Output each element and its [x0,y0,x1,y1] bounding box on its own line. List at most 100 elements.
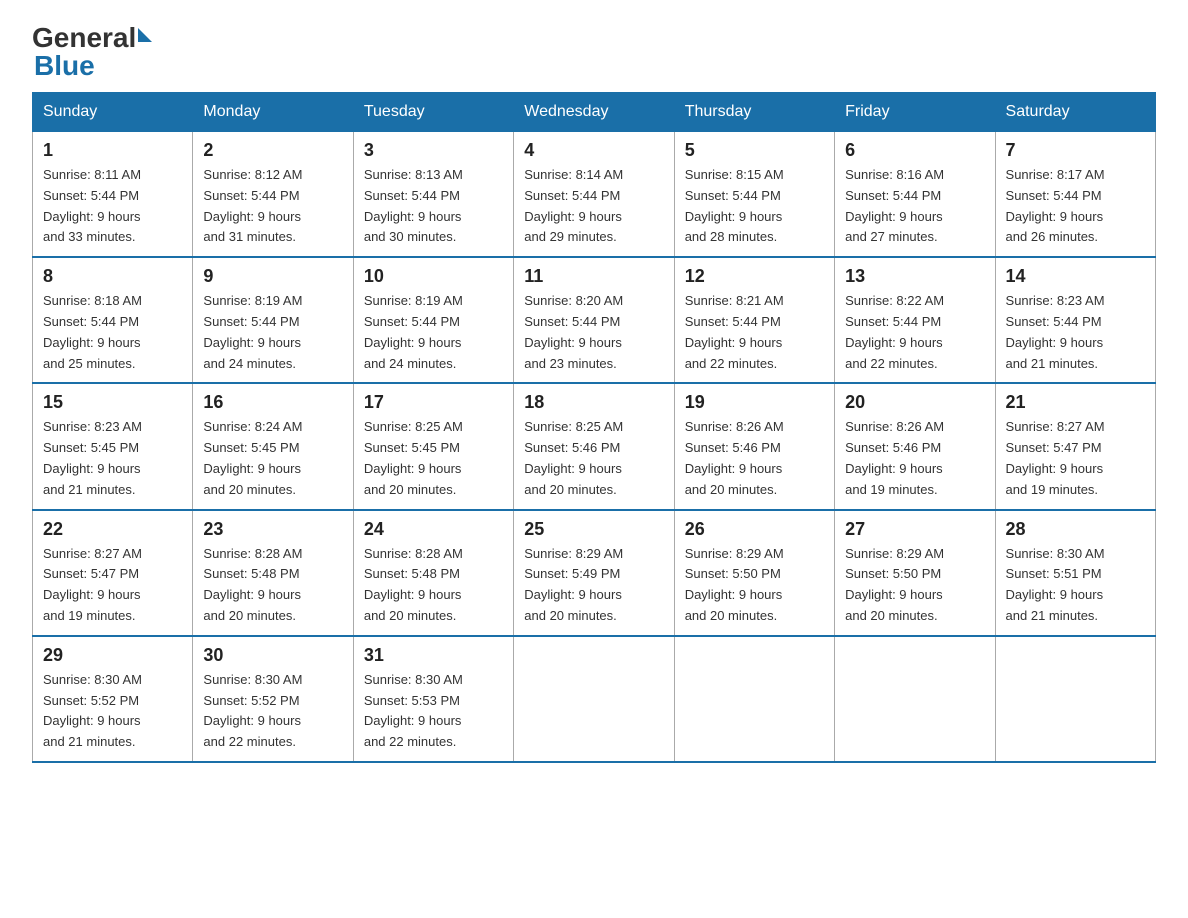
day-number: 27 [845,519,984,540]
day-info: Sunrise: 8:12 AMSunset: 5:44 PMDaylight:… [203,165,342,248]
day-number: 17 [364,392,503,413]
logo-general-text: General [32,24,136,52]
day-number: 14 [1006,266,1145,287]
calendar-cell: 7 Sunrise: 8:17 AMSunset: 5:44 PMDaylight… [995,132,1155,258]
calendar-cell: 8 Sunrise: 8:18 AMSunset: 5:44 PMDaylight… [33,257,193,383]
day-info: Sunrise: 8:29 AMSunset: 5:49 PMDaylight:… [524,544,663,627]
day-info: Sunrise: 8:22 AMSunset: 5:44 PMDaylight:… [845,291,984,374]
day-number: 31 [364,645,503,666]
col-header-sunday: Sunday [33,93,193,132]
calendar-week-row: 8 Sunrise: 8:18 AMSunset: 5:44 PMDaylight… [33,257,1156,383]
day-number: 19 [685,392,824,413]
calendar-table: SundayMondayTuesdayWednesdayThursdayFrid… [32,92,1156,763]
calendar-week-row: 29Sunrise: 8:30 AMSunset: 5:52 PMDayligh… [33,636,1156,762]
day-info: Sunrise: 8:19 AMSunset: 5:44 PMDaylight:… [364,291,503,374]
day-number: 23 [203,519,342,540]
col-header-thursday: Thursday [674,93,834,132]
day-number: 9 [203,266,342,287]
day-number: 24 [364,519,503,540]
day-info: Sunrise: 8:25 AMSunset: 5:45 PMDaylight:… [364,417,503,500]
day-info: Sunrise: 8:30 AMSunset: 5:51 PMDaylight:… [1006,544,1145,627]
calendar-cell: 6 Sunrise: 8:16 AMSunset: 5:44 PMDaylight… [835,132,995,258]
day-number: 26 [685,519,824,540]
calendar-cell: 28 Sunrise: 8:30 AMSunset: 5:51 PMDayligh… [995,510,1155,636]
day-number: 21 [1006,392,1145,413]
day-info: Sunrise: 8:13 AMSunset: 5:44 PMDaylight:… [364,165,503,248]
col-header-friday: Friday [835,93,995,132]
day-number: 28 [1006,519,1145,540]
col-header-monday: Monday [193,93,353,132]
page-header: General Blue [32,24,1156,80]
day-info: Sunrise: 8:18 AMSunset: 5:44 PMDaylight:… [43,291,182,374]
col-header-wednesday: Wednesday [514,93,674,132]
calendar-cell: 11Sunrise: 8:20 AMSunset: 5:44 PMDayligh… [514,257,674,383]
day-number: 10 [364,266,503,287]
day-info: Sunrise: 8:23 AMSunset: 5:45 PMDaylight:… [43,417,182,500]
col-header-tuesday: Tuesday [353,93,513,132]
day-number: 25 [524,519,663,540]
day-number: 1 [43,140,182,161]
calendar-cell: 14 Sunrise: 8:23 AMSunset: 5:44 PMDayligh… [995,257,1155,383]
calendar-cell: 18Sunrise: 8:25 AMSunset: 5:46 PMDayligh… [514,383,674,509]
day-info: Sunrise: 8:14 AMSunset: 5:44 PMDaylight:… [524,165,663,248]
calendar-cell: 21 Sunrise: 8:27 AMSunset: 5:47 PMDayligh… [995,383,1155,509]
calendar-cell: 13 Sunrise: 8:22 AMSunset: 5:44 PMDayligh… [835,257,995,383]
logo: General Blue [32,24,152,80]
day-number: 8 [43,266,182,287]
day-number: 3 [364,140,503,161]
calendar-cell: 20Sunrise: 8:26 AMSunset: 5:46 PMDayligh… [835,383,995,509]
day-info: Sunrise: 8:16 AMSunset: 5:44 PMDaylight:… [845,165,984,248]
calendar-cell: 4Sunrise: 8:14 AMSunset: 5:44 PMDaylight… [514,132,674,258]
day-info: Sunrise: 8:30 AMSunset: 5:52 PMDaylight:… [203,670,342,753]
day-info: Sunrise: 8:28 AMSunset: 5:48 PMDaylight:… [364,544,503,627]
day-info: Sunrise: 8:28 AMSunset: 5:48 PMDaylight:… [203,544,342,627]
day-number: 15 [43,392,182,413]
calendar-cell: 12Sunrise: 8:21 AMSunset: 5:44 PMDayligh… [674,257,834,383]
calendar-cell: 23 Sunrise: 8:28 AMSunset: 5:48 PMDayligh… [193,510,353,636]
calendar-cell: 19 Sunrise: 8:26 AMSunset: 5:46 PMDayligh… [674,383,834,509]
calendar-cell: 3 Sunrise: 8:13 AMSunset: 5:44 PMDaylight… [353,132,513,258]
day-number: 13 [845,266,984,287]
logo-general: General [32,24,152,52]
day-number: 6 [845,140,984,161]
day-info: Sunrise: 8:25 AMSunset: 5:46 PMDaylight:… [524,417,663,500]
calendar-cell: 9 Sunrise: 8:19 AMSunset: 5:44 PMDaylight… [193,257,353,383]
day-info: Sunrise: 8:30 AMSunset: 5:52 PMDaylight:… [43,670,182,753]
calendar-cell [514,636,674,762]
day-number: 12 [685,266,824,287]
calendar-week-row: 1 Sunrise: 8:11 AMSunset: 5:44 PMDaylight… [33,132,1156,258]
day-info: Sunrise: 8:29 AMSunset: 5:50 PMDaylight:… [685,544,824,627]
calendar-cell: 2 Sunrise: 8:12 AMSunset: 5:44 PMDaylight… [193,132,353,258]
calendar-cell [995,636,1155,762]
calendar-cell: 22Sunrise: 8:27 AMSunset: 5:47 PMDayligh… [33,510,193,636]
calendar-cell: 27 Sunrise: 8:29 AMSunset: 5:50 PMDayligh… [835,510,995,636]
calendar-cell: 15 Sunrise: 8:23 AMSunset: 5:45 PMDayligh… [33,383,193,509]
day-info: Sunrise: 8:19 AMSunset: 5:44 PMDaylight:… [203,291,342,374]
calendar-cell: 31Sunrise: 8:30 AMSunset: 5:53 PMDayligh… [353,636,513,762]
logo-blue-text: Blue [34,52,152,80]
calendar-cell [674,636,834,762]
calendar-week-row: 15 Sunrise: 8:23 AMSunset: 5:45 PMDayligh… [33,383,1156,509]
day-info: Sunrise: 8:15 AMSunset: 5:44 PMDaylight:… [685,165,824,248]
day-number: 16 [203,392,342,413]
calendar-cell: 30 Sunrise: 8:30 AMSunset: 5:52 PMDayligh… [193,636,353,762]
calendar-cell: 29Sunrise: 8:30 AMSunset: 5:52 PMDayligh… [33,636,193,762]
day-info: Sunrise: 8:27 AMSunset: 5:47 PMDaylight:… [43,544,182,627]
calendar-cell: 16Sunrise: 8:24 AMSunset: 5:45 PMDayligh… [193,383,353,509]
calendar-cell: 17 Sunrise: 8:25 AMSunset: 5:45 PMDayligh… [353,383,513,509]
day-info: Sunrise: 8:27 AMSunset: 5:47 PMDaylight:… [1006,417,1145,500]
day-info: Sunrise: 8:26 AMSunset: 5:46 PMDaylight:… [685,417,824,500]
day-info: Sunrise: 8:17 AMSunset: 5:44 PMDaylight:… [1006,165,1145,248]
day-info: Sunrise: 8:23 AMSunset: 5:44 PMDaylight:… [1006,291,1145,374]
day-info: Sunrise: 8:26 AMSunset: 5:46 PMDaylight:… [845,417,984,500]
day-info: Sunrise: 8:29 AMSunset: 5:50 PMDaylight:… [845,544,984,627]
calendar-cell: 10 Sunrise: 8:19 AMSunset: 5:44 PMDayligh… [353,257,513,383]
calendar-cell [835,636,995,762]
day-number: 30 [203,645,342,666]
day-info: Sunrise: 8:11 AMSunset: 5:44 PMDaylight:… [43,165,182,248]
day-number: 7 [1006,140,1145,161]
day-number: 2 [203,140,342,161]
day-number: 11 [524,266,663,287]
col-header-saturday: Saturday [995,93,1155,132]
calendar-cell: 25 Sunrise: 8:29 AMSunset: 5:49 PMDayligh… [514,510,674,636]
